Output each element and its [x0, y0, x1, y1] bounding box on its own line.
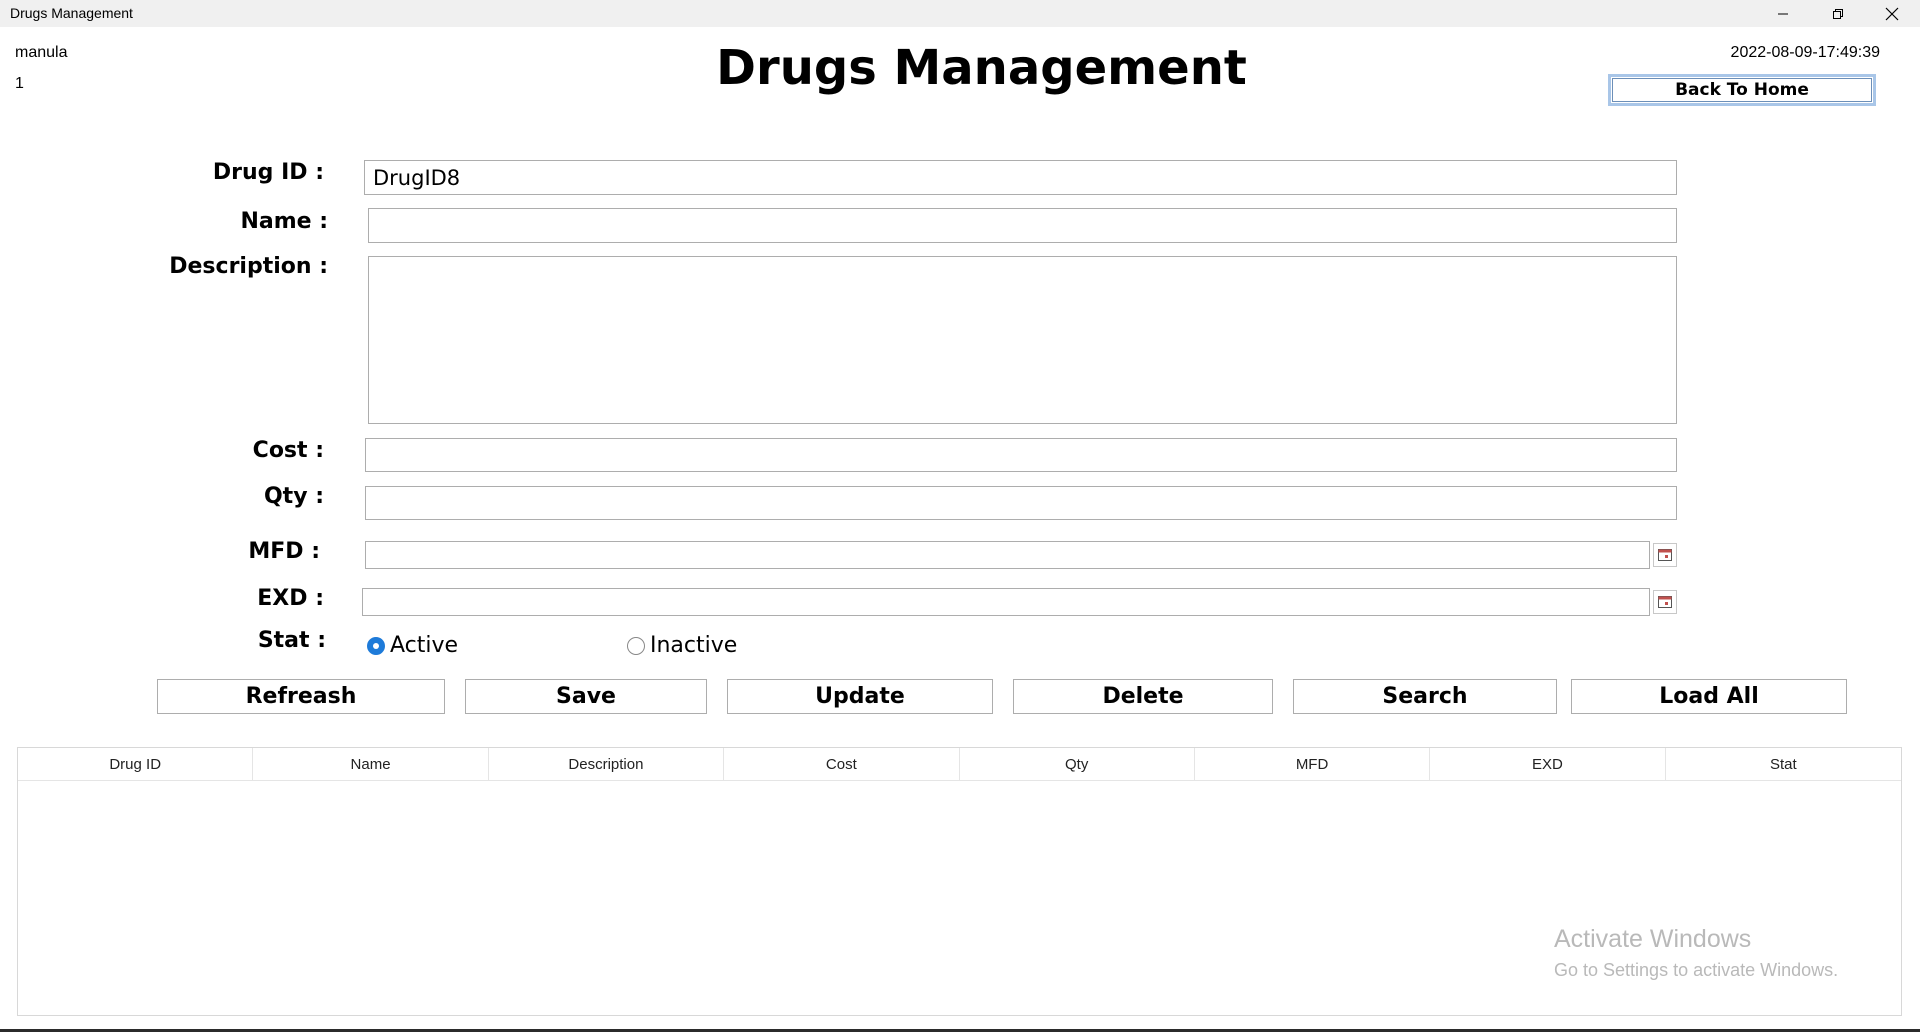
save-button[interactable]: Save	[465, 679, 707, 714]
datetime-label: 2022-08-09-17:49:39	[1730, 44, 1880, 61]
update-button[interactable]: Update	[727, 679, 993, 714]
qty-field[interactable]	[365, 486, 1677, 520]
name-field[interactable]	[368, 208, 1677, 243]
drug-id-field[interactable]: DrugID8	[364, 160, 1677, 195]
title-bar	[0, 0, 1920, 27]
load-all-button[interactable]: Load All	[1571, 679, 1847, 714]
description-label: Description :	[169, 254, 328, 279]
mfd-label: MFD :	[248, 539, 320, 564]
column-header-exd[interactable]: EXD	[1430, 748, 1666, 780]
radio-active-indicator[interactable]	[367, 636, 385, 655]
mfd-date-field[interactable]	[365, 541, 1650, 569]
column-header-mfd[interactable]: MFD	[1195, 748, 1431, 780]
qty-label: Qty :	[263, 484, 324, 509]
radio-inactive[interactable]: Inactive	[627, 633, 737, 658]
calendar-icon	[1658, 549, 1672, 561]
radio-active-label: Active	[390, 633, 459, 658]
exd-date-picker-button[interactable]	[1653, 590, 1677, 614]
column-header-cost[interactable]: Cost	[724, 748, 960, 780]
cost-field[interactable]	[365, 438, 1677, 472]
back-to-home-button[interactable]: Back To Home	[1608, 74, 1876, 106]
activate-windows-subtitle: Go to Settings to activate Windows.	[1554, 960, 1839, 980]
column-header-description[interactable]: Description	[489, 748, 725, 780]
column-header-stat[interactable]: Stat	[1666, 748, 1901, 780]
column-header-name[interactable]: Name	[253, 748, 489, 780]
calendar-icon	[1658, 596, 1672, 608]
window-title: Drugs Management	[10, 5, 133, 21]
table-header: Drug ID Name Description Cost Qty MFD EX…	[18, 748, 1901, 781]
restore-icon	[1833, 8, 1843, 19]
refresh-button[interactable]: Refreash	[157, 679, 445, 714]
mfd-date-picker-button[interactable]	[1653, 543, 1677, 567]
restore-button[interactable]	[1810, 0, 1866, 27]
close-icon	[1885, 7, 1899, 20]
minimize-icon	[1778, 13, 1788, 14]
exd-date-field[interactable]	[362, 588, 1650, 616]
name-label: Name :	[240, 209, 328, 234]
table-body[interactable]	[18, 781, 1901, 1017]
activate-windows-title: Activate Windows	[1554, 925, 1752, 953]
drug-id-label: Drug ID :	[212, 160, 324, 185]
column-header-qty[interactable]: Qty	[960, 748, 1195, 780]
stat-label: Stat :	[257, 628, 326, 653]
close-button[interactable]	[1864, 0, 1920, 27]
radio-inactive-indicator[interactable]	[627, 636, 645, 655]
search-button[interactable]: Search	[1293, 679, 1557, 714]
exd-label: EXD :	[257, 586, 324, 611]
radio-active[interactable]: Active	[367, 633, 458, 658]
cost-label: Cost :	[252, 438, 324, 463]
delete-button[interactable]: Delete	[1013, 679, 1273, 714]
minimize-button[interactable]	[1755, 0, 1811, 27]
description-textarea[interactable]	[368, 256, 1677, 424]
radio-inactive-label: Inactive	[650, 633, 738, 658]
column-header-drug-id[interactable]: Drug ID	[18, 748, 254, 780]
